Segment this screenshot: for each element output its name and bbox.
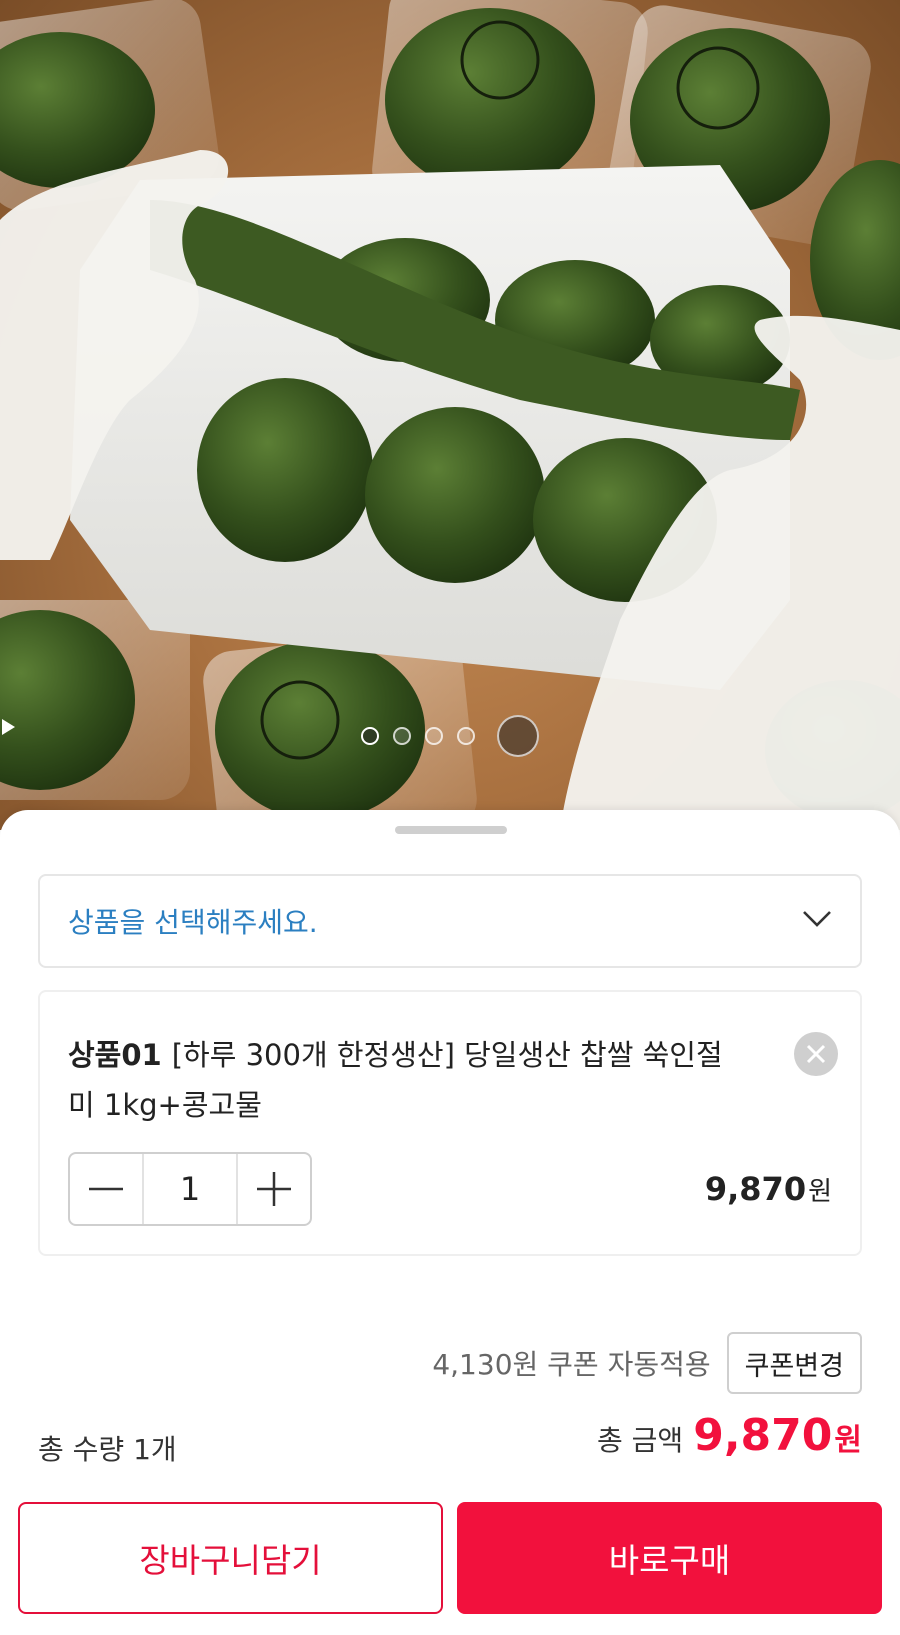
coupon-applied-text: 4,130원 쿠폰 자동적용 xyxy=(432,1348,711,1381)
total-amount: 총 금액 9,870 원 xyxy=(597,1410,862,1461)
gallery-pagination xyxy=(0,715,900,757)
decrease-button[interactable] xyxy=(70,1154,142,1224)
gallery-dot[interactable] xyxy=(457,727,475,745)
total-amount-label: 총 금액 xyxy=(597,1424,684,1457)
quantity-stepper: 1 xyxy=(68,1152,312,1226)
increase-button[interactable] xyxy=(238,1154,310,1224)
gallery-dot[interactable] xyxy=(425,727,443,745)
close-icon xyxy=(806,1044,826,1064)
remove-item-button[interactable] xyxy=(794,1032,838,1076)
chevron-down-icon xyxy=(802,910,832,932)
total-row: 총 수량 1개 총 금액 9,870 원 xyxy=(38,1410,862,1480)
gallery-dot[interactable] xyxy=(393,727,411,745)
selected-item-price-value: 9,870 xyxy=(704,1170,807,1208)
plus-icon xyxy=(257,1172,291,1206)
gallery-dot[interactable] xyxy=(361,727,379,745)
coupon-change-button[interactable]: 쿠폰변경 xyxy=(726,1332,862,1394)
action-bar: 장바구니담기 바로구매 xyxy=(18,1502,882,1614)
add-to-cart-button[interactable]: 장바구니담기 xyxy=(18,1502,443,1614)
product-image[interactable] xyxy=(0,0,900,830)
selected-item-name: [하루 300개 한정생산] 당일생산 찹쌀 쑥인절미 1kg+콩고물 xyxy=(68,1038,723,1122)
buy-now-button[interactable]: 바로구매 xyxy=(457,1502,882,1614)
selected-item-price: 9,870원 xyxy=(705,1170,832,1208)
total-amount-unit: 원 xyxy=(834,1423,862,1458)
selected-item-title: 상품01 [하루 300개 한정생산] 당일생산 찹쌀 쑥인절미 1kg+콩고물 xyxy=(68,1030,748,1130)
total-amount-value: 9,870 xyxy=(693,1410,833,1461)
purchase-sheet: 상품을 선택해주세요. 상품01 [하루 300개 한정생산] 당일생산 찹쌀 쑥… xyxy=(0,810,900,1635)
play-icon[interactable] xyxy=(2,715,539,757)
minus-icon xyxy=(89,1187,123,1191)
total-quantity: 총 수량 1개 xyxy=(38,1433,177,1466)
selected-item-price-unit: 원 xyxy=(808,1177,832,1207)
rice-cake-photo xyxy=(0,0,900,830)
quantity-value[interactable]: 1 xyxy=(142,1154,238,1224)
coupon-row: 4,130원 쿠폰 자동적용 쿠폰변경 xyxy=(432,1332,862,1394)
option-select[interactable]: 상품을 선택해주세요. xyxy=(38,874,862,968)
option-select-placeholder: 상품을 선택해주세요. xyxy=(68,906,318,939)
selected-item-card: 상품01 [하루 300개 한정생산] 당일생산 찹쌀 쑥인절미 1kg+콩고물 … xyxy=(38,990,862,1256)
sheet-handle[interactable] xyxy=(395,826,507,834)
selected-item-code: 상품01 xyxy=(68,1038,162,1072)
